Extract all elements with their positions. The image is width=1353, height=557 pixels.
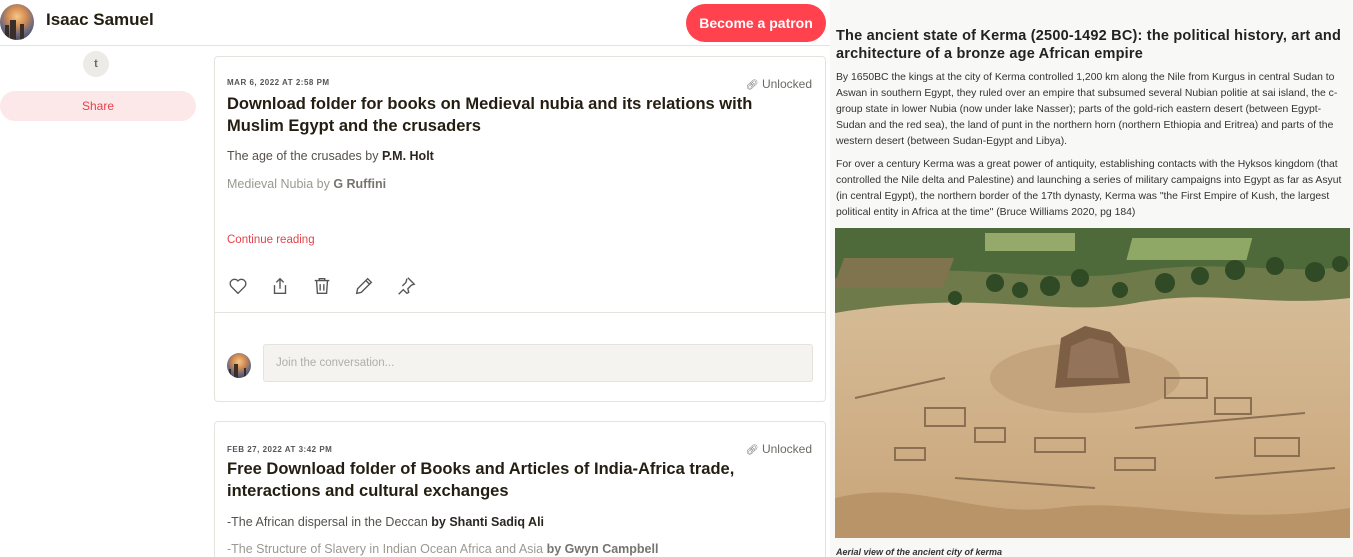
post-card: FEB 27, 2022 AT 3:42 PM 🔗︎ Unlocked Free…: [214, 421, 826, 557]
kerma-aerial-photo: [835, 228, 1350, 538]
become-patron-button[interactable]: Become a patron: [686, 4, 826, 42]
article-paragraph: By 1650BC the kings at the city of Kerma…: [836, 72, 1338, 147]
kerma-aerial-image: [835, 228, 1350, 538]
photo-caption: Aerial view of the ancient city of kerma: [836, 547, 1003, 557]
twitter-icon[interactable]: t: [83, 51, 109, 77]
unlocked-label: Unlocked: [761, 77, 812, 91]
post-date: MAR 6, 2022 AT 2:58 PM: [227, 78, 330, 87]
line-author: G Ruffini: [333, 177, 387, 191]
trash-icon[interactable]: [311, 275, 333, 297]
post-line: The age of the crusades by P.M. Holt: [227, 149, 434, 163]
line-author: P.M. Holt: [381, 149, 434, 163]
share-button[interactable]: Share: [0, 91, 196, 121]
user-avatar: [227, 353, 251, 378]
line-text: The age of the crusades by: [227, 149, 382, 163]
share-upload-icon[interactable]: [269, 275, 291, 297]
post-title[interactable]: Free Download folder of Books and Articl…: [227, 458, 812, 502]
creator-avatar[interactable]: [0, 4, 34, 40]
post-line: Medieval Nubia by G Ruffini: [227, 177, 386, 191]
continue-reading-link[interactable]: Continue reading: [227, 234, 315, 246]
divider: [215, 312, 825, 313]
pin-icon[interactable]: [395, 275, 417, 297]
unlocked-badge: 🔗︎ Unlocked: [746, 77, 812, 91]
line-author: by Gwyn Campbell: [546, 542, 659, 556]
post-title[interactable]: Download folder for books on Medieval nu…: [227, 93, 812, 137]
line-text: -The Structure of Slavery in Indian Ocea…: [227, 542, 547, 556]
article-paragraph: For over a century Kerma was a great pow…: [836, 159, 1342, 218]
post-date: FEB 27, 2022 AT 3:42 PM: [227, 445, 333, 454]
line-text: -The African dispersal in the Deccan: [227, 515, 432, 529]
like-heart-icon[interactable]: [227, 275, 249, 297]
post-line: -The African dispersal in the Deccan by …: [227, 515, 544, 529]
link-icon: 🔗︎: [745, 445, 759, 456]
comment-input[interactable]: [263, 344, 813, 382]
creator-name[interactable]: Isaac Samuel: [46, 10, 154, 30]
edit-pencil-icon[interactable]: [353, 275, 375, 297]
unlocked-label: Unlocked: [761, 442, 812, 456]
line-text: Medieval Nubia by: [227, 177, 334, 191]
post-card: MAR 6, 2022 AT 2:58 PM 🔗︎ Unlocked Downl…: [214, 56, 826, 402]
article-title: The ancient state of Kerma (2500-1492 BC…: [836, 28, 1342, 62]
top-bar: Isaac Samuel Become a patron: [0, 0, 830, 46]
link-icon: 🔗︎: [745, 80, 759, 91]
article-panel: The ancient state of Kerma (2500-1492 BC…: [830, 0, 1353, 557]
unlocked-badge: 🔗︎ Unlocked: [746, 442, 812, 456]
line-author: by Shanti Sadiq Ali: [431, 515, 545, 529]
patreon-page: Isaac Samuel Become a patron t Share MAR…: [0, 0, 830, 557]
post-line: -The Structure of Slavery in Indian Ocea…: [227, 542, 658, 556]
